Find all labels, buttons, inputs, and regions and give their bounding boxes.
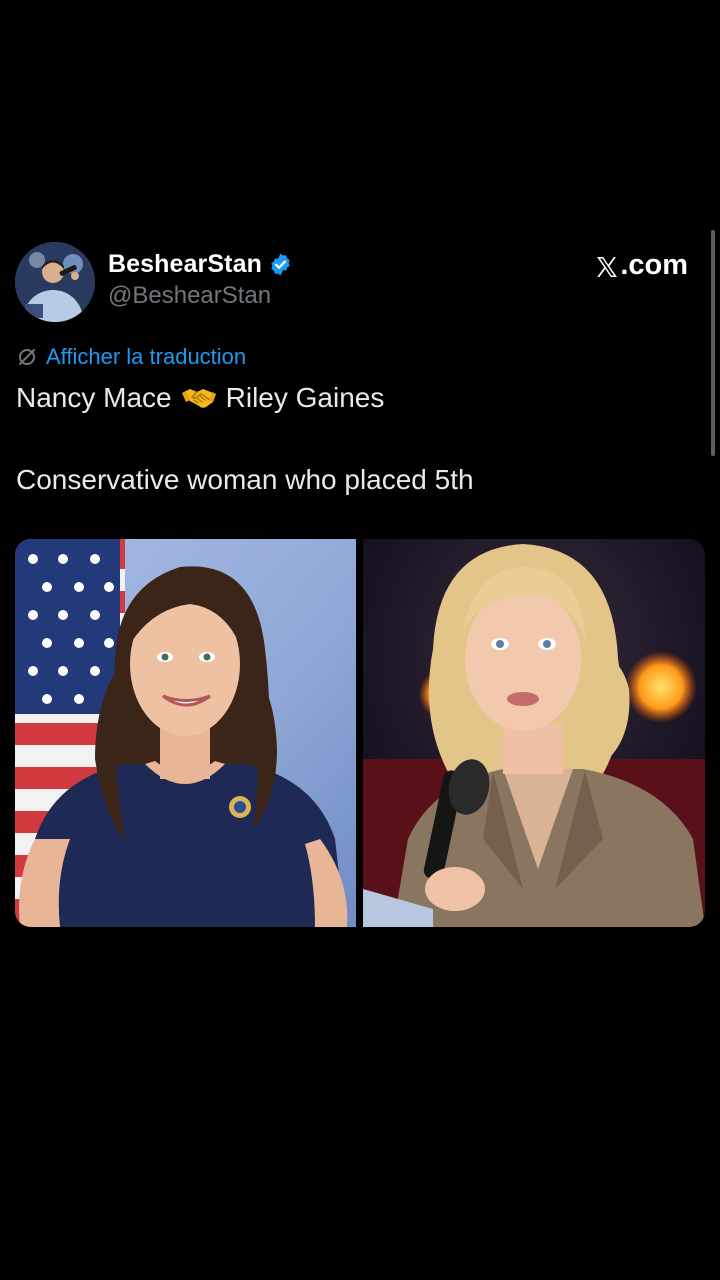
display-name-row: BeshearStan xyxy=(108,249,293,279)
translate-icon xyxy=(16,346,38,368)
tweet-card[interactable]: BeshearStan @BeshearStan .com Afficher l… xyxy=(0,238,720,927)
brand-watermark: .com xyxy=(595,249,688,282)
author-info: BeshearStan @BeshearStan xyxy=(108,249,293,310)
handshake-emoji-icon xyxy=(180,383,218,411)
tweet-text-name-2: Riley Gaines xyxy=(225,382,385,413)
translate-label[interactable]: Afficher la traduction xyxy=(46,344,246,370)
verified-badge-icon xyxy=(268,252,293,277)
portrait-right-photo[interactable] xyxy=(363,539,705,927)
tweet-header: BeshearStan @BeshearStan .com xyxy=(0,238,720,328)
portrait-left-photo[interactable] xyxy=(15,539,356,927)
tweet-text-name-1: Nancy Mace xyxy=(16,382,172,413)
x-logo-icon xyxy=(595,254,619,278)
tweet-text-line-1: Nancy Mace Riley Gaines xyxy=(16,380,384,416)
media-grid[interactable] xyxy=(15,539,705,927)
translate-link[interactable]: Afficher la traduction xyxy=(16,342,246,372)
brand-label: .com xyxy=(620,249,688,281)
tweet-text-line-2: Conservative woman who placed 5th xyxy=(16,464,474,495)
display-name[interactable]: BeshearStan xyxy=(108,250,262,279)
user-avatar[interactable] xyxy=(15,242,95,322)
user-handle[interactable]: @BeshearStan xyxy=(108,282,293,310)
